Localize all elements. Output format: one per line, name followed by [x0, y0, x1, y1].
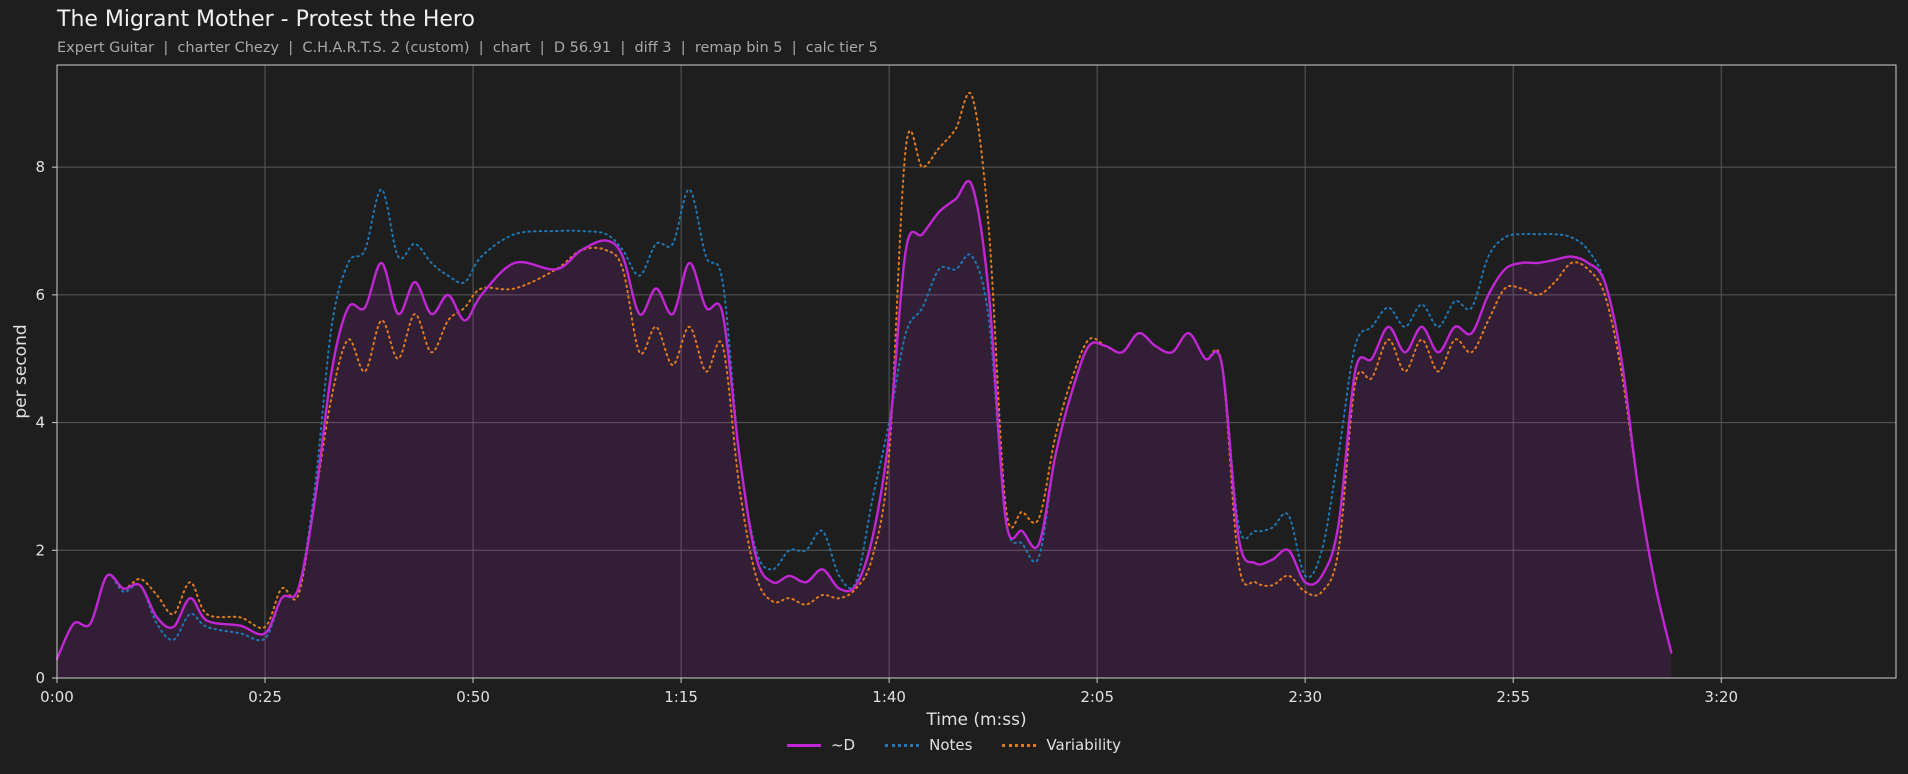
x-tick-label: 1:40: [872, 688, 906, 706]
y-tick-label: 8: [35, 158, 45, 176]
x-tick-label: 0:25: [248, 688, 282, 706]
y-axis-ticks: 0 2 4 6 8: [35, 158, 57, 687]
x-tick-label: 1:15: [664, 688, 698, 706]
x-tick-label: 2:30: [1288, 688, 1322, 706]
y-tick-label: 0: [35, 669, 45, 687]
x-axis-ticks: 0:00 0:25 0:50 1:15 1:40 2:05 2:30 2:55 3:20: [40, 678, 1738, 706]
x-tick-label: 3:20: [1704, 688, 1738, 706]
legend-label: Variability: [1046, 736, 1122, 754]
y-tick-label: 2: [35, 541, 45, 559]
legend-item: Notes: [885, 736, 972, 754]
x-axis-label: Time (m:ss): [925, 710, 1026, 730]
legend-label: ~D: [830, 736, 856, 754]
legend-item: ~D: [786, 736, 856, 754]
legend-swatch: [786, 743, 821, 747]
x-tick-label: 0:50: [456, 688, 490, 706]
legend-label: Notes: [929, 736, 973, 754]
x-tick-label: 0:00: [40, 688, 74, 706]
y-axis-label: per second: [11, 324, 31, 418]
x-tick-label: 2:05: [1080, 688, 1114, 706]
series-layer: [55, 92, 1673, 678]
legend-swatch: [1002, 743, 1037, 747]
y-tick-label: 6: [35, 286, 45, 304]
y-tick-label: 4: [35, 414, 45, 432]
x-tick-label: 2:55: [1496, 688, 1530, 706]
legend-item: Variability: [1002, 736, 1121, 754]
series-area-0: [57, 180, 1672, 678]
line-chart: 0:00 0:25 0:50 1:15 1:40 2:05 2:30 2:55 3:20 0 2 4…: [11, 64, 1897, 730]
legend-swatch: [885, 743, 920, 747]
chart-legend: ~D Notes Variability: [0, 736, 1908, 754]
